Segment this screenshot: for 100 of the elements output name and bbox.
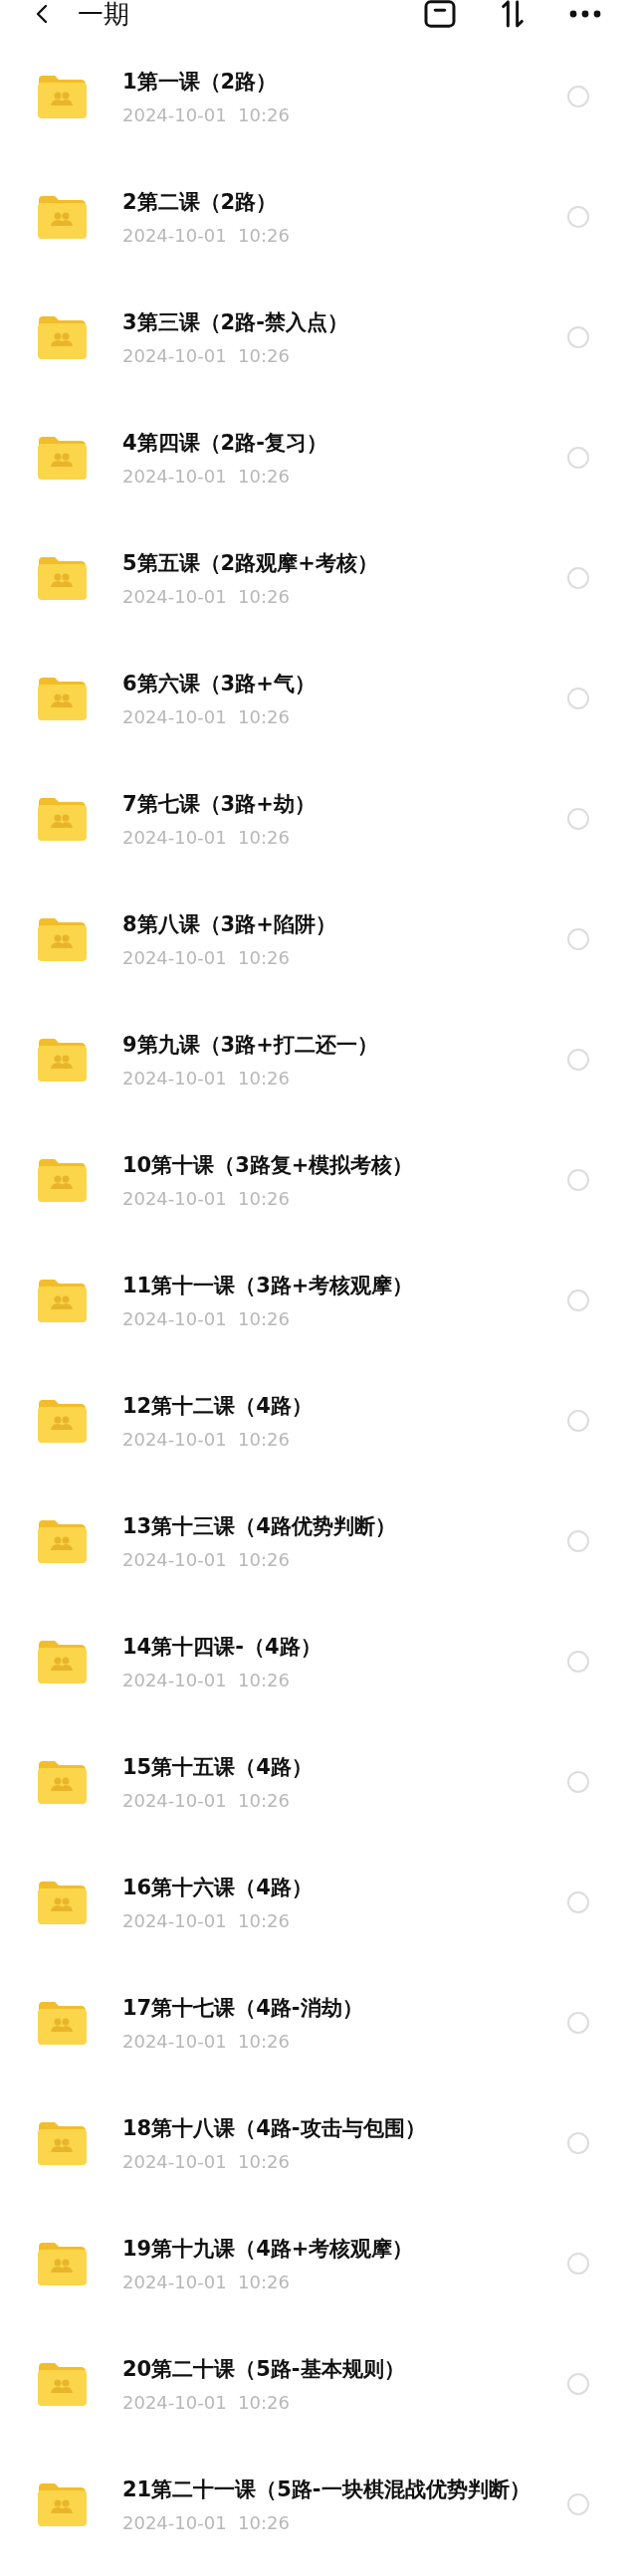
folder-item[interactable]: 20第二十课（5路-基本规则） 2024-10-01 10:26	[0, 2323, 637, 2444]
folder-name: 2第二课（2路）	[122, 189, 279, 216]
more-icon[interactable]	[569, 10, 601, 18]
folder-date: 2024-10-01 10:26	[122, 2512, 291, 2533]
shared-folder-icon	[37, 1157, 87, 1202]
folder-name: 21第二十一课（5路-一块棋混战优势判断）	[122, 2477, 531, 2503]
folder-date: 2024-10-01 10:26	[122, 1910, 291, 1931]
folder-date: 2024-10-01 10:26	[122, 2031, 291, 2052]
select-radio[interactable]	[567, 85, 589, 107]
select-icon[interactable]	[424, 0, 456, 28]
folder-name: 1第一课（2路）	[122, 69, 279, 96]
shared-folder-icon	[37, 74, 87, 118]
shared-folder-icon	[37, 1398, 87, 1443]
folder-date: 2024-10-01 10:26	[122, 104, 291, 125]
select-radio[interactable]	[567, 1890, 589, 1913]
folder-item[interactable]: 21第二十一课（5路-一块棋混战优势判断） 2024-10-01 10:26	[0, 2444, 637, 2564]
shared-folder-icon	[37, 1037, 87, 1082]
select-radio[interactable]	[567, 2131, 589, 2154]
page-title: 一期	[78, 0, 129, 31]
select-radio[interactable]	[567, 446, 589, 469]
select-radio[interactable]	[567, 566, 589, 589]
folder-item[interactable]: 15第十五课（4路） 2024-10-01 10:26	[0, 1721, 637, 1842]
folder-date: 2024-10-01 10:26	[122, 225, 291, 246]
folder-name: 13第十三课（4路优势判断）	[122, 1513, 397, 1540]
shared-folder-icon	[37, 796, 87, 841]
folder-name: 17第十七课（4路-消劫）	[122, 1995, 364, 2022]
select-radio[interactable]	[567, 1168, 589, 1191]
folder-name: 19第十九课（4路+考核观摩）	[122, 2236, 415, 2263]
shared-folder-icon	[37, 2241, 87, 2285]
shared-folder-icon	[37, 435, 87, 480]
select-radio[interactable]	[567, 687, 589, 709]
folder-date: 2024-10-01 10:26	[122, 1790, 291, 1811]
folder-item[interactable]: 6第六课（3路+气） 2024-10-01 10:26	[0, 638, 637, 758]
folder-date: 2024-10-01 10:26	[122, 1308, 291, 1329]
shared-folder-icon	[37, 1880, 87, 1924]
folder-item[interactable]: 7第七课（3路+劫） 2024-10-01 10:26	[0, 758, 637, 879]
folder-item[interactable]: 1第一课（2路） 2024-10-01 10:26	[0, 36, 637, 156]
folder-name: 16第十六课（4路）	[122, 1875, 314, 1901]
folder-name: 20第二十课（5路-基本规则）	[122, 2356, 406, 2383]
folder-date: 2024-10-01 10:26	[122, 1549, 291, 1570]
shared-folder-icon	[37, 1518, 87, 1563]
select-radio[interactable]	[567, 807, 589, 830]
select-radio[interactable]	[567, 2492, 589, 2515]
shared-folder-icon	[37, 314, 87, 359]
select-radio[interactable]	[567, 1770, 589, 1793]
shared-folder-icon	[37, 916, 87, 961]
shared-folder-icon	[37, 676, 87, 720]
select-radio[interactable]	[567, 2011, 589, 2034]
back-icon[interactable]	[36, 4, 48, 24]
folder-item[interactable]: 12第十二课（4路） 2024-10-01 10:26	[0, 1360, 637, 1481]
folder-name: 5第五课（2路观摩+考核）	[122, 550, 379, 577]
folder-item[interactable]: 4第四课（2路-复习） 2024-10-01 10:26	[0, 397, 637, 517]
folder-item[interactable]: 13第十三课（4路优势判断） 2024-10-01 10:26	[0, 1481, 637, 1601]
folder-item[interactable]: 3第三课（2路-禁入点） 2024-10-01 10:26	[0, 277, 637, 397]
folder-item[interactable]: 2第二课（2路） 2024-10-01 10:26	[0, 156, 637, 277]
select-radio[interactable]	[567, 1288, 589, 1311]
folder-name: 9第九课（3路+打二还一）	[122, 1032, 379, 1059]
folder-name: 3第三课（2路-禁入点）	[122, 309, 349, 336]
select-radio[interactable]	[567, 2252, 589, 2275]
folder-item[interactable]: 8第八课（3路+陷阱） 2024-10-01 10:26	[0, 879, 637, 999]
select-radio[interactable]	[567, 1409, 589, 1432]
folder-item[interactable]: 17第十七课（4路-消劫） 2024-10-01 10:26	[0, 1962, 637, 2082]
shared-folder-icon	[37, 555, 87, 600]
folder-name: 4第四课（2路-复习）	[122, 430, 328, 457]
folder-item[interactable]: 16第十六课（4路） 2024-10-01 10:26	[0, 1842, 637, 1962]
folder-name: 10第十课（3路复+模拟考核）	[122, 1152, 415, 1179]
folder-item[interactable]: 9第九课（3路+打二还一） 2024-10-01 10:26	[0, 999, 637, 1119]
select-radio[interactable]	[567, 927, 589, 950]
folder-date: 2024-10-01 10:26	[122, 1188, 291, 1209]
folder-date: 2024-10-01 10:26	[122, 947, 291, 968]
folder-date: 2024-10-01 10:26	[122, 466, 291, 487]
folder-name: 8第八课（3路+陷阱）	[122, 911, 337, 938]
select-radio[interactable]	[567, 1048, 589, 1071]
folder-item[interactable]: 14第十四课-（4路） 2024-10-01 10:26	[0, 1601, 637, 1721]
folder-name: 11第十一课（3路+考核观摩）	[122, 1273, 415, 1299]
sort-icon[interactable]	[500, 0, 526, 28]
select-radio[interactable]	[567, 1529, 589, 1552]
select-radio[interactable]	[567, 325, 589, 348]
select-radio[interactable]	[567, 1650, 589, 1673]
select-radio[interactable]	[567, 205, 589, 228]
shared-folder-icon	[37, 194, 87, 239]
folder-date: 2024-10-01 10:26	[122, 345, 291, 366]
folder-date: 2024-10-01 10:26	[122, 586, 291, 607]
folder-item[interactable]: 18第十八课（4路-攻击与包围） 2024-10-01 10:26	[0, 2082, 637, 2203]
folder-item[interactable]: 11第十一课（3路+考核观摩） 2024-10-01 10:26	[0, 1240, 637, 1360]
folder-item[interactable]: 19第十九课（4路+考核观摩） 2024-10-01 10:26	[0, 2203, 637, 2323]
shared-folder-icon	[37, 2481, 87, 2526]
shared-folder-icon	[37, 2361, 87, 2406]
folder-item[interactable]: 10第十课（3路复+模拟考核） 2024-10-01 10:26	[0, 1119, 637, 1240]
folder-item[interactable]: 5第五课（2路观摩+考核） 2024-10-01 10:26	[0, 517, 637, 638]
folder-date: 2024-10-01 10:26	[122, 2392, 291, 2413]
folder-date: 2024-10-01 10:26	[122, 706, 291, 727]
shared-folder-icon	[37, 2000, 87, 2045]
shared-folder-icon	[37, 1759, 87, 1804]
folder-date: 2024-10-01 10:26	[122, 1670, 291, 1690]
folder-name: 12第十二课（4路）	[122, 1393, 314, 1420]
folder-name: 15第十五课（4路）	[122, 1754, 314, 1781]
select-radio[interactable]	[567, 2372, 589, 2395]
folder-date: 2024-10-01 10:26	[122, 2151, 291, 2172]
folder-name: 7第七课（3路+劫）	[122, 791, 317, 818]
